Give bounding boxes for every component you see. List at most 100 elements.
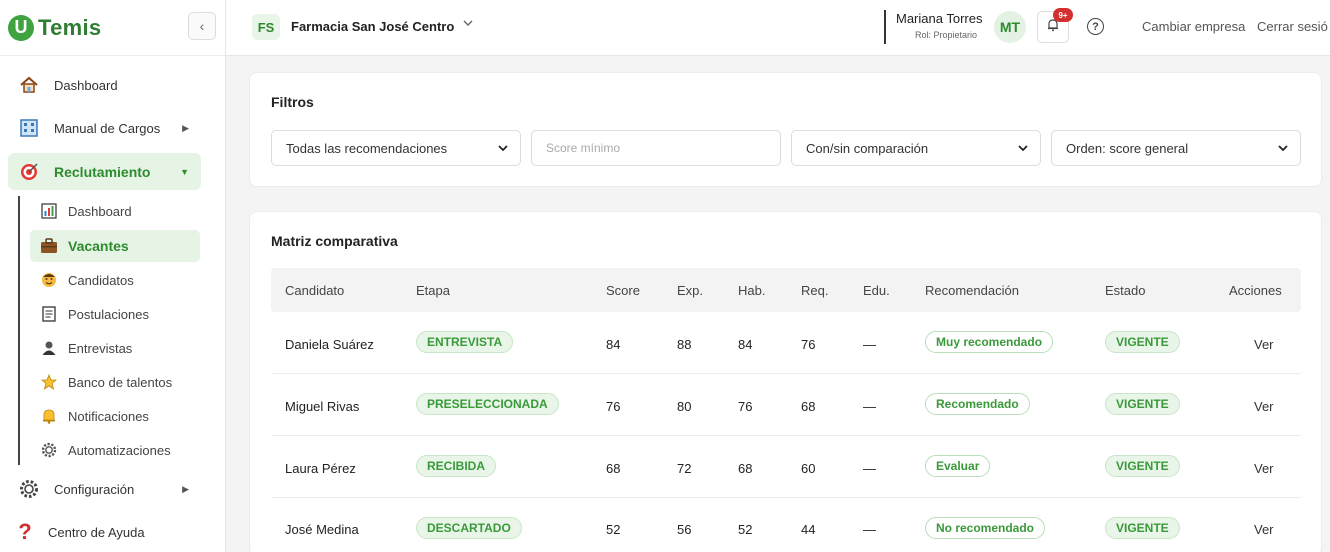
req-cell: 76: [801, 337, 816, 352]
submenu-item-label: Postulaciones: [68, 306, 149, 322]
order-select[interactable]: Orden: score general: [1051, 130, 1301, 166]
row-divider: [271, 373, 1301, 374]
column-header: Recomendación: [925, 283, 1019, 298]
chevron-down-icon: [1276, 141, 1290, 158]
recommendation-select[interactable]: Todas las recomendaciones: [271, 130, 521, 166]
candidate-name: Daniela Suárez: [285, 337, 374, 352]
column-header: Estado: [1105, 283, 1146, 298]
status-badge: VIGENTE: [1105, 393, 1180, 415]
submenu-item-postulaciones[interactable]: Postulaciones: [30, 298, 200, 330]
stage-badge: PRESELECCIONADA: [416, 393, 559, 415]
view-link[interactable]: Ver: [1254, 461, 1274, 476]
sidebar-item-reclutamiento[interactable]: Reclutamiento ▼: [8, 153, 201, 190]
req-cell: 60: [801, 461, 816, 476]
brand-name: Temis: [38, 14, 102, 40]
table-header: Candidato Etapa Score Exp. Hab. Req. Edu…: [271, 268, 1301, 312]
gear-icon: [18, 478, 40, 500]
view-link[interactable]: Ver: [1254, 337, 1274, 352]
hab-cell: 52: [738, 522, 753, 537]
notification-count-badge: 9+: [1053, 8, 1073, 22]
sidebar-item-configuracion[interactable]: Configuración ▶: [8, 471, 201, 507]
submenu-item-banco-de-talentos[interactable]: Banco de talentos: [30, 366, 200, 398]
order-select-value: Orden: score general: [1066, 140, 1189, 156]
exp-cell: 80: [677, 399, 692, 414]
submenu-item-entrevistas[interactable]: Entrevistas: [30, 332, 200, 364]
sidebar-item-label: Configuración: [54, 481, 135, 497]
submenu-item-label: Entrevistas: [68, 340, 133, 356]
column-header: Score: [606, 283, 640, 298]
filters-card: Filtros Todas las recomendaciones Score …: [249, 72, 1322, 187]
caret-right-icon: ▶: [182, 483, 189, 494]
submenu-item-label: Vacantes: [68, 238, 129, 254]
help-icon[interactable]: ?: [1087, 18, 1104, 35]
house-icon: [18, 74, 40, 96]
recommendation-badge: Evaluar: [925, 455, 991, 477]
recommendation-select-value: Todas las recomendaciones: [286, 140, 448, 156]
chevron-down-icon[interactable]: [462, 17, 474, 32]
candidate-name: José Medina: [285, 522, 359, 537]
status-badge: VIGENTE: [1105, 331, 1180, 353]
bar-chart-icon: [40, 202, 58, 220]
company-initials[interactable]: FS: [252, 14, 280, 40]
caret-right-icon: ▶: [182, 122, 189, 133]
sidebar-item-centro-de-ayuda[interactable]: ? Centro de Ayuda: [8, 514, 201, 550]
edu-cell: —: [863, 461, 876, 476]
view-link[interactable]: Ver: [1254, 522, 1274, 537]
view-link[interactable]: Ver: [1254, 399, 1274, 414]
submenu-item-automatizaciones[interactable]: Automatizaciones: [30, 434, 200, 466]
column-header: Req.: [801, 283, 829, 298]
chevron-left-icon: ‹: [199, 18, 205, 34]
face-icon: [40, 271, 58, 289]
sidebar-item-label: Reclutamiento: [54, 163, 151, 180]
sidebar: U Temis ‹ Dashboard Manual de Cargos ▶ R…: [0, 0, 226, 552]
cog-icon: [40, 441, 58, 459]
stage-badge: ENTREVISTA: [416, 331, 514, 353]
building-icon: [18, 117, 40, 139]
row-divider: [271, 435, 1301, 436]
user-name: Mariana Torres: [896, 11, 983, 26]
change-company-link[interactable]: Cambiar empresa: [1142, 19, 1245, 34]
submenu-item-vacantes[interactable]: Vacantes: [30, 230, 200, 262]
logout-link[interactable]: Cerrar sesió: [1257, 19, 1328, 34]
submenu-item-candidatos[interactable]: Candidatos: [30, 264, 200, 296]
min-score-input[interactable]: Score mínimo: [531, 130, 781, 166]
top-bar: FS Farmacia San José Centro Mariana Torr…: [226, 0, 1330, 56]
row-divider: [271, 497, 1301, 498]
edu-cell: —: [863, 337, 876, 352]
req-cell: 44: [801, 522, 816, 537]
recommendation-badge: Muy recomendado: [925, 331, 1054, 353]
brand: U Temis ‹: [0, 0, 225, 56]
sidebar-collapse-button[interactable]: ‹: [188, 12, 216, 40]
submenu-line: [18, 196, 20, 465]
company-selector[interactable]: Farmacia San José Centro: [291, 19, 454, 34]
sidebar-item-label: Centro de Ayuda: [48, 524, 145, 540]
exp-cell: 56: [677, 522, 692, 537]
column-header: Exp.: [677, 283, 704, 298]
candidate-name: Laura Pérez: [285, 461, 356, 476]
submenu-item-notificaciones[interactable]: Notificaciones: [30, 400, 200, 432]
sidebar-item-dashboard[interactable]: Dashboard: [8, 67, 201, 103]
column-header: Candidato: [285, 283, 345, 298]
hab-cell: 76: [738, 399, 753, 414]
sidebar-item-label: Dashboard: [54, 77, 118, 93]
stage-badge: DESCARTADO: [416, 517, 522, 539]
brand-logo-icon: U: [8, 14, 34, 41]
sidebar-item-manual-de-cargos[interactable]: Manual de Cargos ▶: [8, 110, 201, 146]
submenu-item-label: Notificaciones: [68, 408, 149, 424]
avatar[interactable]: MT: [994, 11, 1026, 43]
document-icon: [40, 305, 58, 323]
req-cell: 68: [801, 399, 816, 414]
score-cell: 52: [606, 522, 621, 537]
person-icon: [40, 339, 58, 357]
column-header: Hab.: [738, 283, 766, 298]
status-badge: VIGENTE: [1105, 455, 1180, 477]
submenu-item-dashboard[interactable]: Dashboard: [30, 195, 200, 227]
submenu-item-label: Candidatos: [68, 272, 134, 288]
matrix-title: Matriz comparativa: [271, 233, 398, 249]
briefcase-icon: [40, 237, 58, 255]
chevron-down-icon: [496, 141, 510, 158]
comparison-select[interactable]: Con/sin comparación: [791, 130, 1041, 166]
filters-title: Filtros: [271, 94, 314, 110]
hab-cell: 68: [738, 461, 753, 476]
score-cell: 84: [606, 337, 621, 352]
